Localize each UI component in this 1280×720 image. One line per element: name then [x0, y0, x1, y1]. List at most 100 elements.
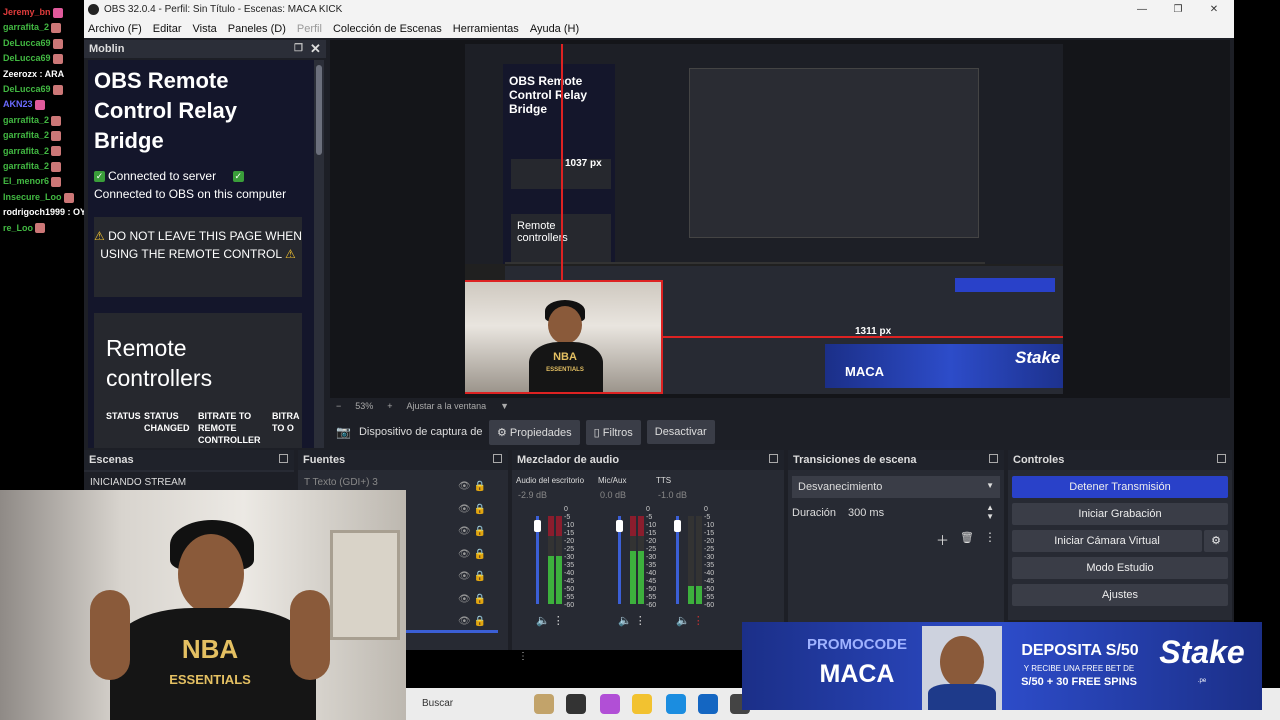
menu-vista[interactable]: Vista: [193, 23, 217, 35]
chat-message: Zeerozx : ARA: [0, 67, 84, 82]
transition-select[interactable]: Desvanecimiento ▼: [792, 476, 1000, 498]
chevron-down-icon[interactable]: ▼: [500, 401, 509, 411]
meter-scale-tick: -20: [704, 538, 715, 545]
menu-editar[interactable]: Editar: [153, 23, 182, 35]
menu-paneles[interactable]: Paneles (D): [228, 23, 286, 35]
menu-perfil[interactable]: Perfil: [297, 23, 322, 35]
server-status: Connected to server: [108, 169, 217, 183]
browser-icon[interactable]: [666, 694, 686, 714]
source-bounding-box[interactable]: [465, 280, 663, 394]
volume-meter: [548, 516, 554, 604]
emote-icon: [51, 146, 62, 157]
meter-scale-tick: -10: [646, 522, 657, 529]
mixer-channel-db: 0.0 dB: [600, 490, 627, 500]
start-recording-button[interactable]: Iniciar Grabación: [1012, 503, 1228, 525]
banner-deposit-sub: Y RECIBE UNA FREE BET DE: [1023, 664, 1135, 673]
nested-stop-stream: [955, 278, 1055, 292]
mixer-channel-db: -1.0 dB: [658, 490, 688, 500]
mute-speaker-icon[interactable]: 🔈 ⋮: [618, 614, 646, 627]
webcam-overlay: NBA ESSENTIALS: [0, 490, 406, 720]
mute-speaker-icon[interactable]: 🔈 ⋮: [676, 614, 704, 627]
add-transition-icon[interactable]: ＋: [936, 530, 949, 549]
fit-to-window[interactable]: Ajustar a la ventana: [407, 401, 487, 411]
transition-selected: Desvanecimiento: [798, 481, 883, 493]
menu-archivo[interactable]: Archivo (F): [88, 23, 142, 35]
taskbar-app-icon[interactable]: [534, 694, 554, 714]
virtual-camera-button[interactable]: Iniciar Cámara Virtual: [1012, 530, 1202, 552]
preview-canvas[interactable]: OBS Remote Control Relay Bridge Remote c…: [465, 44, 1063, 394]
folder-icon[interactable]: [632, 694, 652, 714]
volume-meter: [688, 516, 694, 604]
mixer-header: Mezclador de audio: [512, 450, 784, 470]
volume-slider[interactable]: [534, 516, 541, 604]
zoom-level: 53%: [355, 401, 374, 411]
sources-scrollbar[interactable]: [406, 630, 498, 633]
close-button[interactable]: ✕: [1196, 0, 1232, 19]
chat-message: garrafita_2: [0, 159, 84, 174]
emote-icon: [51, 23, 62, 34]
nested-screen-capture: OBS Remote Control Relay Bridge Remote c…: [465, 44, 1063, 264]
window-title-bar: OBS 32.0.4 - Perfil: Sin Título - Escena…: [84, 0, 1234, 19]
meter-scale-tick: -25: [704, 546, 715, 553]
minimize-button[interactable]: —: [1124, 0, 1160, 19]
selected-source-name: Dispositivo de captura de v: [358, 426, 483, 438]
meter-scale-tick: -50: [704, 586, 715, 593]
float-icon[interactable]: ❐: [294, 43, 303, 54]
banner-brand-sub: .pe: [1197, 678, 1207, 684]
controls-dock: Controles Detener Transmisión Iniciar Gr…: [1008, 450, 1232, 620]
sponsor-banner: PROMOCODE MACA DEPOSITA S/50 Y RECIBE UN…: [742, 622, 1262, 710]
menu-coleccion[interactable]: Colección de Escenas: [333, 23, 442, 35]
mute-speaker-icon[interactable]: 🔈 ⋮: [536, 614, 564, 627]
volume-slider[interactable]: [674, 516, 681, 604]
menu-herramientas[interactable]: Herramientas: [453, 23, 519, 35]
taskbar-app-icon[interactable]: [566, 694, 586, 714]
source-visibility-icons[interactable]: 👁 🔒 👁 🔒 👁 🔒 👁 🔒 👁 🔒 👁 🔒 👁 🔒: [458, 476, 486, 634]
audio-mixer-dock: Mezclador de audio Audio del escritorio -…: [512, 450, 784, 650]
studio-mode-button[interactable]: Modo Estudio: [1012, 557, 1228, 579]
duration-input[interactable]: 300 ms ▲ ▼: [842, 502, 1000, 524]
zoom-in-button[interactable]: +: [387, 401, 392, 411]
chat-username: DeLucca69: [3, 84, 51, 95]
moblin-scrollbar[interactable]: [314, 60, 324, 448]
taskbar-app-icon[interactable]: [600, 694, 620, 714]
col-bitrate-obs: BITRA TO O: [272, 411, 300, 433]
zoom-out-button[interactable]: −: [336, 401, 341, 411]
taskbar-app-icon[interactable]: [698, 694, 718, 714]
close-dock-icon[interactable]: ✕: [310, 41, 321, 57]
transitions-dock: Transiciones de escena Desvanecimiento ▼…: [788, 450, 1004, 650]
meter-scale-tick: -35: [646, 562, 657, 569]
meter-scale-tick: -60: [646, 602, 657, 609]
meter-scale-tick: -15: [704, 530, 715, 537]
meter-scale-tick: -55: [704, 594, 715, 601]
filters-button[interactable]: ▯ Filtros: [585, 419, 641, 445]
taskbar-search[interactable]: Buscar: [406, 692, 516, 716]
volume-slider[interactable]: [616, 516, 623, 604]
stop-stream-button[interactable]: Detener Transmisión: [1012, 476, 1228, 498]
more-icon[interactable]: ⋮: [984, 530, 996, 544]
deactivate-button[interactable]: Desactivar: [646, 420, 715, 444]
nested-moblin-title: OBS Remote Control Relay Bridge: [509, 74, 588, 116]
meter-scale-tick: -40: [564, 570, 575, 577]
remote-controllers-card: Remote controllers STATUS STATUS CHANGED…: [94, 313, 302, 448]
settings-button[interactable]: Ajustes: [1012, 584, 1228, 606]
warning-box: ⚠ DO NOT LEAVE THIS PAGE WHEN USING THE …: [94, 217, 302, 297]
meter-scale-tick: -30: [646, 554, 657, 561]
properties-button[interactable]: ⚙ Propiedades: [488, 419, 580, 445]
virtual-camera-settings-icon[interactable]: ⚙: [1204, 530, 1228, 552]
meter-scale-tick: -60: [704, 602, 715, 609]
meter-scale-tick: -10: [564, 522, 575, 529]
menu-ayuda[interactable]: Ayuda (H): [530, 23, 579, 35]
nested-banner-code: MACA: [845, 364, 884, 379]
stepper-icon[interactable]: ▲ ▼: [986, 503, 994, 521]
emote-icon: [52, 53, 63, 64]
meter-scale-tick: -15: [564, 530, 575, 537]
chat-message: rodrigoch1999 : OYEEEEEEEE: [0, 205, 134, 220]
meter-scale-tick: -55: [646, 594, 657, 601]
meter-scale-tick: -45: [704, 578, 715, 585]
volume-meter: [696, 516, 702, 604]
maximize-button[interactable]: ❐: [1160, 0, 1196, 19]
transitions-header: Transiciones de escena: [788, 450, 1004, 470]
window-title: OBS 32.0.4 - Perfil: Sin Título - Escena…: [104, 4, 343, 15]
trash-icon[interactable]: 🗑: [960, 531, 974, 544]
banner-brand: Stake: [1159, 634, 1245, 670]
